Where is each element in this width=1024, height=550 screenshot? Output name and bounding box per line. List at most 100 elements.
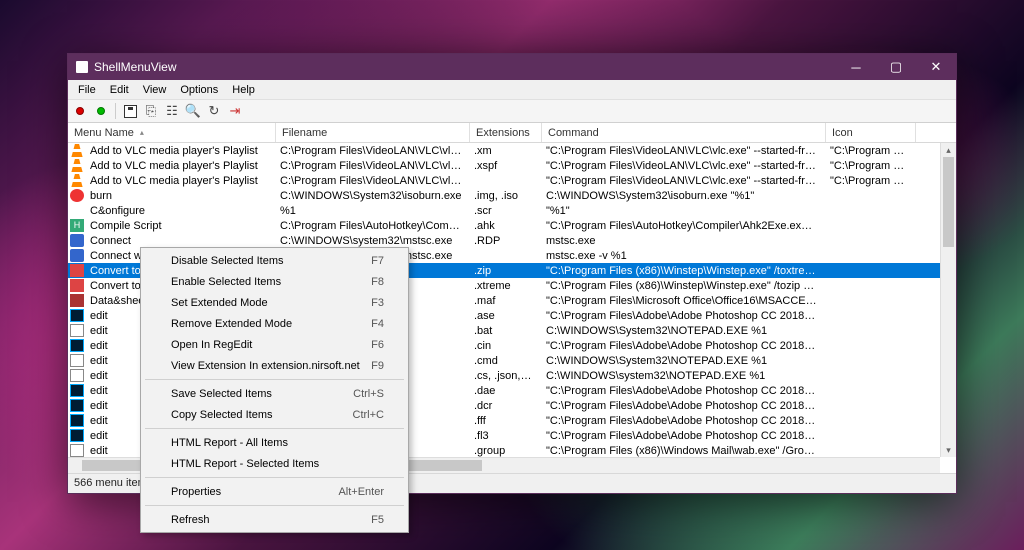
table-row[interactable]: burnC:\WINDOWS\System32\isoburn.exe.img,…	[68, 188, 940, 203]
ps-icon	[70, 384, 84, 397]
cell-cmd: C:\WINDOWS\system32\NOTEPAD.EXE %1	[540, 370, 824, 382]
header-extensions[interactable]: Extensions	[470, 123, 542, 142]
cell-cmd: "C:\Program Files\Adobe\Adobe Photoshop …	[540, 415, 824, 427]
exit-icon[interactable]: ⇥	[227, 103, 243, 119]
txt-icon	[70, 369, 84, 382]
menu-item[interactable]: Open In RegEdit F6	[143, 334, 406, 355]
header-menu-name[interactable]: Menu Name▴	[68, 123, 276, 142]
table-row[interactable]: Add to VLC media player's PlaylistC:\Pro…	[68, 143, 940, 158]
cell-ext: .group	[468, 445, 540, 457]
txt-icon	[70, 324, 84, 337]
menu-item[interactable]: HTML Report - Selected Items	[143, 453, 406, 474]
cell-file: C:\WINDOWS\System32\isoburn.exe	[274, 190, 468, 202]
vlc-icon	[70, 144, 84, 157]
menu-item[interactable]: Remove Extended ModeF4	[143, 313, 406, 334]
menu-item-label: Open In RegEdit	[171, 339, 252, 351]
menu-separator	[145, 477, 404, 478]
menu-item[interactable]: Copy Selected ItemsCtrl+C	[143, 404, 406, 425]
cell-name: C&onfigure	[84, 205, 274, 217]
cell-ext: .zip	[468, 265, 540, 277]
header-filename[interactable]: Filename	[276, 123, 470, 142]
menu-item-shortcut: F7	[371, 255, 384, 267]
menu-item[interactable]: HTML Report - All Items	[143, 432, 406, 453]
menu-options[interactable]: Options	[174, 83, 224, 97]
cell-cmd: "C:\Program Files\Adobe\Adobe Photoshop …	[540, 430, 824, 442]
properties-icon[interactable]: ☷	[164, 103, 180, 119]
ps-icon	[70, 414, 84, 427]
menu-item[interactable]: Enable Selected ItemsF8	[143, 271, 406, 292]
menu-item-shortcut: F4	[371, 318, 384, 330]
vertical-scrollbar[interactable]: ▴ ▾	[940, 143, 956, 457]
vlc-icon	[70, 159, 84, 172]
find-icon[interactable]: 🔍	[185, 103, 201, 119]
w-icon	[70, 444, 84, 457]
menu-item[interactable]: Set Extended ModeF3	[143, 292, 406, 313]
cell-cmd: "C:\Program Files (x86)\Winstep\Winstep.…	[540, 280, 824, 292]
cell-name: burn	[84, 190, 274, 202]
cell-file: C:\Program Files\AutoHotkey\Compiler\Ahk…	[274, 220, 468, 232]
ps-icon	[70, 309, 84, 322]
cell-cmd: "C:\Program Files\Adobe\Adobe Photoshop …	[540, 400, 824, 412]
enable-icon[interactable]	[93, 103, 109, 119]
menu-separator	[145, 505, 404, 506]
cell-ext: .cs, .json, .resx, .s…	[468, 370, 540, 382]
close-button[interactable]: ✕	[916, 54, 956, 80]
table-row[interactable]: Add to VLC media player's PlaylistC:\Pro…	[68, 158, 940, 173]
cell-file: C:\Program Files\VideoLAN\VLC\vlc.exe	[274, 175, 468, 187]
menu-separator	[145, 428, 404, 429]
menu-view[interactable]: View	[137, 83, 173, 97]
refresh-icon[interactable]: ↻	[206, 103, 222, 119]
menu-item[interactable]: Disable Selected ItemsF7	[143, 250, 406, 271]
cell-cmd: mstsc.exe -v %1	[540, 250, 824, 262]
scroll-up-arrow-icon[interactable]: ▴	[941, 143, 956, 157]
titlebar[interactable]: ShellMenuView ─ ▢ ✕	[68, 54, 956, 80]
cell-ext: .xtreme	[468, 280, 540, 292]
menu-item-shortcut: Alt+Enter	[338, 486, 384, 498]
cell-ext: .xspf	[468, 160, 540, 172]
cell-ext: .maf	[468, 295, 540, 307]
cell-name: Connect	[84, 235, 274, 247]
cell-cmd: mstsc.exe	[540, 235, 824, 247]
menu-file[interactable]: File	[72, 83, 102, 97]
cell-ext: .fff	[468, 415, 540, 427]
sort-indicator-icon: ▴	[140, 128, 144, 137]
save-icon[interactable]	[122, 103, 138, 119]
rd-icon	[70, 249, 84, 262]
disable-icon[interactable]	[72, 103, 88, 119]
scroll-down-arrow-icon[interactable]: ▾	[941, 443, 956, 457]
menu-item[interactable]: View Extension In extension.nirsoft.netF…	[143, 355, 406, 376]
menu-item-shortcut: F5	[371, 514, 384, 526]
winstep-icon	[70, 264, 84, 277]
menu-item[interactable]: Save Selected ItemsCtrl+S	[143, 383, 406, 404]
menu-item[interactable]: RefreshF5	[143, 509, 406, 530]
table-row[interactable]: Add to VLC media player's PlaylistC:\Pro…	[68, 173, 940, 188]
cell-cmd: "%1"	[540, 205, 824, 217]
cell-cmd: "C:\Program Files\Adobe\Adobe Photoshop …	[540, 385, 824, 397]
window-title: ShellMenuView	[94, 60, 836, 74]
menu-item-label: View Extension In extension.nirsoft.net	[171, 360, 360, 372]
header-icon[interactable]: Icon	[826, 123, 916, 142]
maximize-button[interactable]: ▢	[876, 54, 916, 80]
header-command[interactable]: Command	[542, 123, 826, 142]
menu-item-shortcut: F6	[371, 339, 384, 351]
ps-icon	[70, 429, 84, 442]
burn-icon	[70, 189, 84, 202]
table-row[interactable]: C&onfigure%1.scr"%1"	[68, 203, 940, 218]
cell-ext: .cmd	[468, 355, 540, 367]
cell-cmd: "C:\Program Files\Microsoft Office\Offic…	[540, 295, 824, 307]
minimize-button[interactable]: ─	[836, 54, 876, 80]
table-row[interactable]: HCompile ScriptC:\Program Files\AutoHotk…	[68, 218, 940, 233]
menu-item-shortcut: F3	[371, 297, 384, 309]
cell-ext: .bat	[468, 325, 540, 337]
vscroll-thumb[interactable]	[943, 157, 954, 247]
menu-item-shortcut: Ctrl+S	[353, 388, 384, 400]
copy-icon[interactable]: ⎘	[143, 103, 159, 119]
menu-edit[interactable]: Edit	[104, 83, 135, 97]
menu-help[interactable]: Help	[226, 83, 261, 97]
table-row[interactable]: ConnectC:\WINDOWS\system32\mstsc.exe.RDP…	[68, 233, 940, 248]
cell-cmd: "C:\Program Files\AutoHotkey\Compiler\Ah…	[540, 220, 824, 232]
menu-item-label: Enable Selected Items	[171, 276, 281, 288]
access-icon	[70, 294, 84, 307]
cell-cmd: "C:\Program Files (x86)\Windows Mail\wab…	[540, 445, 824, 457]
menu-item[interactable]: PropertiesAlt+Enter	[143, 481, 406, 502]
